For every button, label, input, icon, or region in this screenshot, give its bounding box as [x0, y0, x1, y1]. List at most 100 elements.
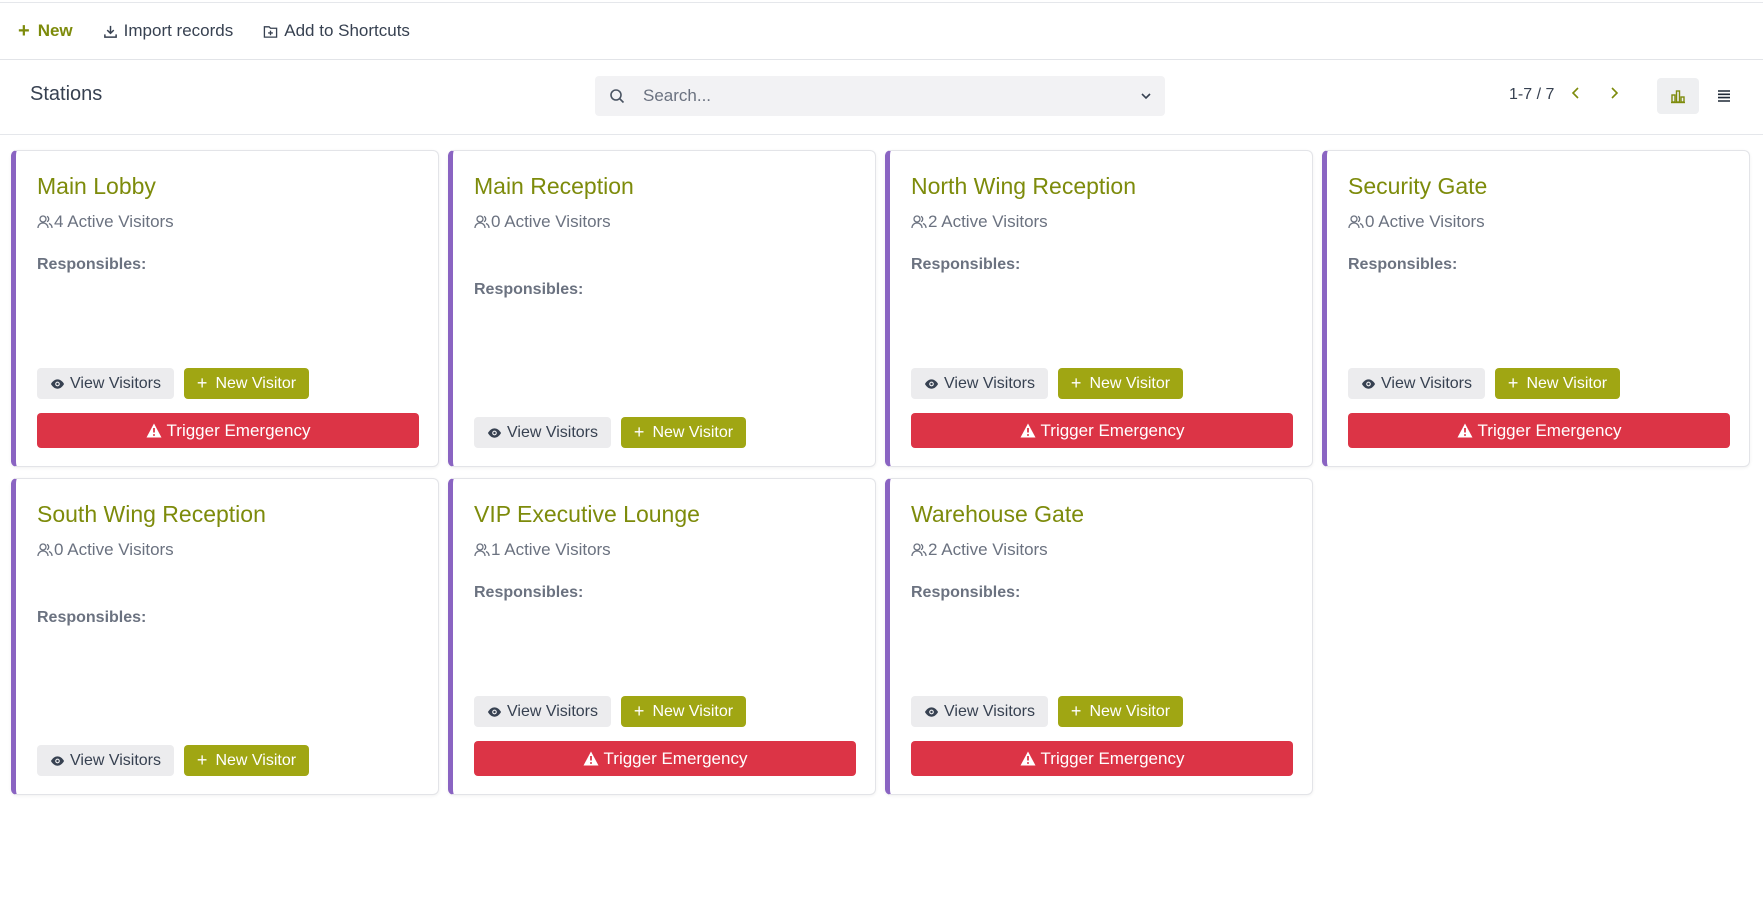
search-icon: [609, 86, 629, 106]
chevron-down-icon[interactable]: [1139, 89, 1153, 108]
new-visitor-button[interactable]: + New Visitor: [621, 417, 746, 448]
list-view-button[interactable]: [1703, 78, 1745, 114]
users-icon: [37, 543, 53, 557]
warning-icon: [146, 423, 162, 438]
trigger-emergency-button[interactable]: Trigger Emergency: [37, 413, 419, 448]
eye-icon: [487, 706, 502, 717]
active-visitors: 4 Active Visitors: [37, 212, 174, 232]
active-visitors: 0 Active Visitors: [474, 212, 611, 232]
action-toolbar: + New Import records Add to Shortcuts: [0, 3, 1763, 60]
responsibles-label: Responsibles:: [1348, 256, 1458, 273]
responsibles-label: Responsibles:: [474, 584, 584, 601]
plus-icon: +: [1070, 701, 1082, 721]
trigger-emergency-button[interactable]: Trigger Emergency: [1348, 413, 1730, 448]
new-visitor-label: New Visitor: [1089, 702, 1171, 720]
eye-icon: [50, 755, 65, 766]
view-visitors-button[interactable]: View Visitors: [474, 696, 611, 727]
eye-icon: [487, 427, 502, 438]
view-visitors-label: View Visitors: [944, 374, 1035, 392]
new-button-label: New: [37, 21, 73, 40]
new-visitor-button[interactable]: + New Visitor: [1058, 696, 1183, 727]
users-icon: [911, 543, 927, 557]
users-icon: [37, 215, 53, 229]
view-visitors-button[interactable]: View Visitors: [911, 368, 1048, 399]
new-visitor-button[interactable]: + New Visitor: [1058, 368, 1183, 399]
warning-icon: [1457, 423, 1473, 438]
kanban-view-button[interactable]: [1657, 78, 1699, 114]
plus-icon: +: [633, 422, 645, 442]
chevron-right-icon: [1611, 87, 1619, 99]
warning-icon: [1020, 751, 1036, 766]
view-visitors-label: View Visitors: [1381, 374, 1472, 392]
plus-icon: +: [1070, 373, 1082, 393]
kanban-icon: [1671, 90, 1685, 104]
search-input[interactable]: [643, 86, 1123, 106]
station-name[interactable]: North Wing Reception: [911, 173, 1136, 200]
pager-value[interactable]: 1-7 / 7: [1509, 86, 1554, 104]
new-visitor-button[interactable]: + New Visitor: [621, 696, 746, 727]
new-visitor-label: New Visitor: [652, 423, 734, 441]
active-visitors-text: 2 Active Visitors: [928, 212, 1048, 231]
trigger-emergency-label: Trigger Emergency: [1040, 420, 1185, 440]
view-visitors-button[interactable]: View Visitors: [474, 417, 611, 448]
import-records-button[interactable]: Import records: [103, 21, 233, 41]
trigger-emergency-button[interactable]: Trigger Emergency: [474, 741, 856, 776]
active-visitors-text: 0 Active Visitors: [491, 212, 611, 231]
users-icon: [911, 215, 927, 229]
download-icon: [103, 25, 117, 38]
view-visitors-label: View Visitors: [70, 751, 161, 769]
eye-icon: [50, 378, 65, 389]
active-visitors-text: 1 Active Visitors: [491, 540, 611, 559]
pager-previous-button[interactable]: [1570, 83, 1582, 106]
eye-icon: [924, 706, 939, 717]
station-name[interactable]: VIP Executive Lounge: [474, 501, 700, 528]
active-visitors-text: 4 Active Visitors: [54, 212, 174, 231]
view-visitors-button[interactable]: View Visitors: [37, 368, 174, 399]
station-card[interactable]: South Wing Reception 0 Active Visitors R…: [11, 478, 439, 795]
station-card[interactable]: North Wing Reception 2 Active Visitors R…: [885, 150, 1313, 467]
station-name[interactable]: Security Gate: [1348, 173, 1487, 200]
view-visitors-label: View Visitors: [70, 374, 161, 392]
plus-icon: +: [18, 20, 30, 42]
active-visitors-text: 0 Active Visitors: [1365, 212, 1485, 231]
trigger-emergency-label: Trigger Emergency: [1477, 420, 1622, 440]
view-visitors-label: View Visitors: [507, 702, 598, 720]
new-visitor-button[interactable]: + New Visitor: [184, 368, 309, 399]
trigger-emergency-button[interactable]: Trigger Emergency: [911, 741, 1293, 776]
responsibles-label: Responsibles:: [911, 256, 1021, 273]
view-visitors-label: View Visitors: [944, 702, 1035, 720]
view-visitors-button[interactable]: View Visitors: [37, 745, 174, 776]
pager-next-button[interactable]: [1608, 83, 1620, 106]
active-visitors: 0 Active Visitors: [37, 540, 174, 560]
new-visitor-label: New Visitor: [215, 374, 297, 392]
new-button[interactable]: + New: [18, 21, 73, 41]
users-icon: [474, 215, 490, 229]
station-card[interactable]: Security Gate 0 Active Visitors Responsi…: [1322, 150, 1750, 467]
new-visitor-label: New Visitor: [652, 702, 734, 720]
station-card[interactable]: Main Lobby 4 Active Visitors Responsible…: [11, 150, 439, 467]
active-visitors-text: 2 Active Visitors: [928, 540, 1048, 559]
view-visitors-button[interactable]: View Visitors: [1348, 368, 1485, 399]
new-visitor-label: New Visitor: [215, 751, 297, 769]
trigger-emergency-button[interactable]: Trigger Emergency: [911, 413, 1293, 448]
station-card[interactable]: Warehouse Gate 2 Active Visitors Respons…: [885, 478, 1313, 795]
station-card[interactable]: Main Reception 0 Active Visitors Respons…: [448, 150, 876, 467]
plus-icon: +: [196, 750, 208, 770]
responsibles-label: Responsibles:: [474, 281, 584, 298]
active-visitors-text: 0 Active Visitors: [54, 540, 174, 559]
station-name[interactable]: Main Lobby: [37, 173, 156, 200]
add-to-shortcuts-label: Add to Shortcuts: [284, 21, 410, 40]
station-name[interactable]: Warehouse Gate: [911, 501, 1084, 528]
view-visitors-button[interactable]: View Visitors: [911, 696, 1048, 727]
station-name[interactable]: Main Reception: [474, 173, 634, 200]
new-visitor-button[interactable]: + New Visitor: [1495, 368, 1620, 399]
station-card[interactable]: VIP Executive Lounge 1 Active Visitors R…: [448, 478, 876, 795]
view-visitors-label: View Visitors: [507, 423, 598, 441]
search-bar[interactable]: [595, 76, 1165, 116]
new-visitor-button[interactable]: + New Visitor: [184, 745, 309, 776]
users-icon: [1348, 215, 1364, 229]
new-visitor-label: New Visitor: [1526, 374, 1608, 392]
add-to-shortcuts-button[interactable]: Add to Shortcuts: [263, 21, 410, 41]
station-name[interactable]: South Wing Reception: [37, 501, 266, 528]
active-visitors: 1 Active Visitors: [474, 540, 611, 560]
